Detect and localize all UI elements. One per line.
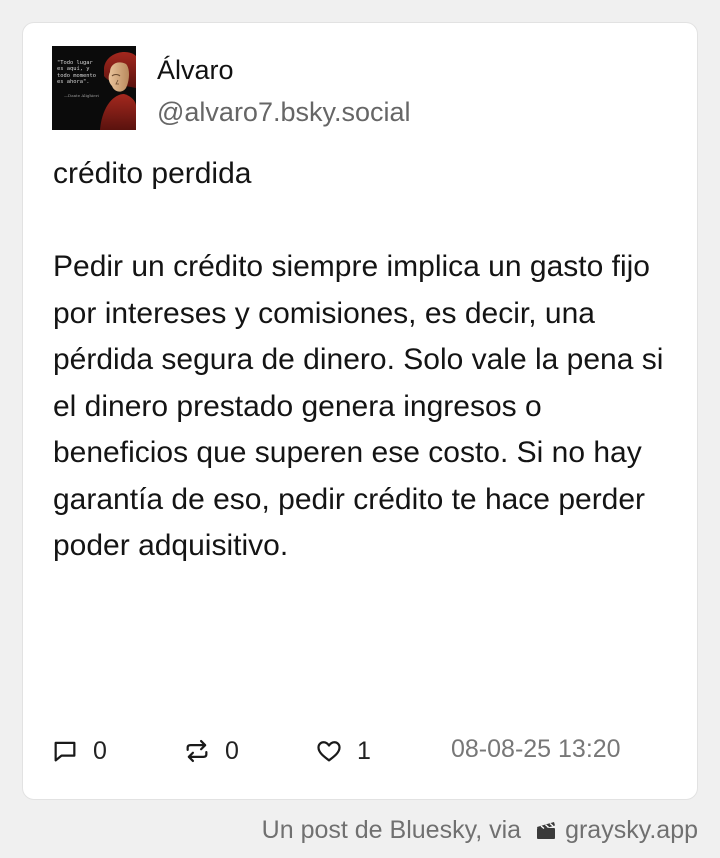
post-card[interactable]: "Todo lugar es aquí, y todo momento es a… — [22, 22, 698, 800]
repost-button[interactable]: 0 — [183, 733, 239, 769]
post-actions-bar: 0 0 1 08-08-25 13:20 — [51, 733, 681, 769]
heart-icon — [317, 741, 341, 762]
attribution-app-link[interactable]: graysky.app — [565, 816, 698, 845]
avatar-dante-portrait-icon — [100, 52, 136, 130]
post-title: crédito perdida — [53, 157, 252, 190]
reply-button[interactable]: 0 — [51, 733, 107, 769]
author-handle[interactable]: @alvaro7.bsky.social — [157, 96, 411, 128]
like-button[interactable]: 1 — [315, 733, 371, 769]
repost-count: 0 — [225, 736, 239, 765]
post-content: crédito perdida Pedir un crédito siempre… — [53, 151, 683, 570]
repost-icon — [186, 739, 208, 763]
graysky-clapper-icon — [537, 822, 556, 839]
author-display-name[interactable]: Álvaro — [157, 54, 234, 86]
attribution-footer: Un post de Bluesky, via graysky.app — [262, 813, 698, 847]
like-count: 1 — [357, 736, 371, 765]
post-body: Pedir un crédito siempre implica un gast… — [53, 250, 664, 562]
avatar-quote-author: —Dante Alighieri — [64, 93, 99, 98]
post-timestamp: 08-08-25 13:20 — [451, 735, 621, 763]
avatar[interactable]: "Todo lugar es aquí, y todo momento es a… — [52, 46, 136, 130]
reply-count: 0 — [93, 736, 107, 765]
reply-icon — [54, 741, 76, 762]
attribution-prefix: Un post de Bluesky, via — [261, 815, 522, 844]
